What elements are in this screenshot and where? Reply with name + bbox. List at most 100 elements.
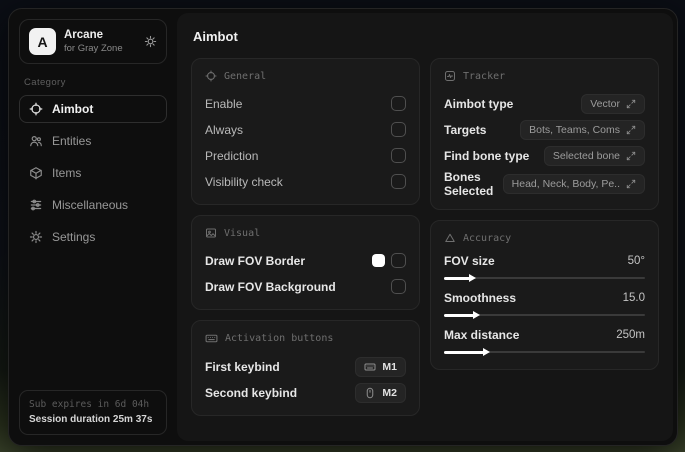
keyboard-icon	[364, 361, 376, 373]
dropdown-row: Aimbot type Vector	[444, 92, 645, 115]
slider-fill	[444, 311, 481, 319]
sidebar-item-aimbot[interactable]: Aimbot	[19, 95, 167, 123]
expand-icon	[626, 151, 636, 161]
row-label: Find bone type	[444, 148, 530, 163]
panel-general-title: General	[224, 70, 267, 82]
dropdown-button[interactable]: Selected bone	[543, 145, 645, 166]
slider[interactable]	[444, 272, 645, 284]
row-label: Prediction	[205, 148, 259, 163]
dropdown-button[interactable]: Bots, Teams, Coms	[520, 119, 645, 140]
slider-value: 250m	[616, 329, 645, 341]
session-duration-text: Session duration 25m 37s	[29, 414, 153, 425]
toggle-row: Enable	[205, 92, 406, 115]
sidebar-item-entities[interactable]: Entities	[19, 127, 167, 155]
toggle-row: Prediction	[205, 144, 406, 167]
slider-fill	[444, 274, 477, 282]
color-swatch[interactable]	[372, 254, 385, 267]
slider-value: 50°	[627, 255, 645, 267]
panel-activation-header: Activation buttons	[205, 332, 406, 345]
subscription-info: Sub expires in 6d 04h Session duration 2…	[19, 389, 167, 435]
row-label: Max distance	[444, 328, 520, 342]
slider-row: FOV size 50°	[444, 254, 645, 284]
slider-fill	[444, 348, 491, 356]
panel-accuracy: Accuracy FOV size 50° Smoothness 15.0 Max di…	[430, 220, 659, 370]
dropdown-row: Find bone type Selected bone	[444, 144, 645, 167]
row-label: Draw FOV Background	[205, 279, 336, 294]
sidebar-item-label: Settings	[52, 230, 96, 244]
entities-icon	[29, 134, 43, 148]
toggle-row: Draw FOV Background	[205, 275, 406, 298]
panel-accuracy-header: Accuracy	[444, 232, 645, 244]
slider-thumb[interactable]	[473, 311, 481, 319]
toggle-row: Visibility check	[205, 170, 406, 193]
dropdown-button[interactable]: Vector	[581, 93, 645, 114]
checkbox[interactable]	[391, 253, 406, 268]
checkbox[interactable]	[391, 174, 406, 189]
keybind-value: M1	[382, 360, 397, 373]
checkbox[interactable]	[391, 279, 406, 294]
slider-thumb[interactable]	[469, 274, 477, 282]
triangle-icon	[444, 232, 456, 244]
row-label: FOV size	[444, 254, 495, 268]
keybind-row: First keybind M1	[205, 355, 406, 378]
sidebar-item-items[interactable]: Items	[19, 159, 167, 187]
slider-row: Smoothness 15.0	[444, 291, 645, 321]
row-label: Targets	[444, 122, 487, 137]
sidebar-item-miscellaneous[interactable]: Miscellaneous	[19, 191, 167, 219]
panel-tracker: Tracker Aimbot type Vector Targets Bots, Te…	[430, 58, 659, 210]
scan-icon	[444, 70, 456, 82]
panel-general-header: General	[205, 70, 406, 82]
dropdown-button[interactable]: Head, Neck, Body, Pe..	[502, 174, 645, 194]
checkbox[interactable]	[391, 148, 406, 163]
panel-visual: Visual Draw FOV Border Draw FOV Backgroun…	[191, 215, 420, 310]
keybind-button[interactable]: M2	[355, 382, 406, 403]
toggle-controls	[372, 253, 406, 268]
slider-thumb[interactable]	[483, 348, 491, 356]
row-label: Bones Selected	[444, 170, 494, 198]
sidebar-item-settings[interactable]: Settings	[19, 223, 167, 251]
crosshair-icon	[29, 102, 43, 116]
brand-card: A Arcane for Gray Zone	[19, 19, 167, 64]
panel-accuracy-title: Accuracy	[463, 232, 512, 244]
brand-subtitle: for Gray Zone	[64, 42, 123, 54]
checkbox[interactable]	[391, 96, 406, 111]
keybind-button[interactable]: M1	[355, 356, 406, 377]
toggle-row: Draw FOV Border	[205, 249, 406, 272]
gear-icon	[29, 230, 43, 244]
slider[interactable]	[444, 309, 645, 321]
toggle-controls	[391, 279, 406, 294]
sidebar-item-label: Entities	[52, 134, 92, 148]
slider[interactable]	[444, 346, 645, 358]
image-icon	[205, 227, 217, 239]
dropdown-value: Vector	[590, 97, 620, 110]
brand-meta: Arcane for Gray Zone	[64, 28, 136, 54]
panel-general: General Enable Always Prediction Visibility…	[191, 58, 420, 205]
row-label: Draw FOV Border	[205, 253, 306, 268]
sub-expires-text: Sub expires in 6d 04h	[29, 398, 150, 410]
expand-icon	[626, 179, 636, 189]
row-label: Second keybind	[205, 385, 298, 400]
main-content: Aimbot General Enable Always Prediction Vis…	[177, 13, 673, 441]
slider-value: 15.0	[622, 292, 645, 304]
panel-activation-title: Activation buttons	[225, 333, 334, 344]
category-label: Category	[24, 77, 66, 88]
brand-logo: A	[29, 28, 56, 55]
keybind-value: M2	[382, 386, 397, 399]
panel-visual-title: Visual	[224, 227, 261, 239]
items-icon	[29, 166, 43, 180]
crosshair-icon	[205, 70, 217, 82]
panel-tracker-title: Tracker	[463, 70, 506, 82]
slider-row: Max distance 250m	[444, 328, 645, 358]
sidebar-item-label: Aimbot	[52, 102, 94, 116]
sidebar-item-label: Items	[52, 166, 82, 180]
app-window: A Arcane for Gray Zone Category Aimbot En…	[8, 8, 678, 446]
gear-icon[interactable]	[144, 35, 157, 48]
keybind-row: Second keybind M2	[205, 381, 406, 404]
checkbox[interactable]	[391, 122, 406, 137]
left-column: General Enable Always Prediction Visibility…	[191, 58, 420, 416]
keyboard-icon	[205, 332, 218, 345]
dropdown-value: Selected bone	[552, 149, 620, 162]
expand-icon	[626, 125, 636, 135]
brand-name: Arcane	[64, 29, 103, 42]
